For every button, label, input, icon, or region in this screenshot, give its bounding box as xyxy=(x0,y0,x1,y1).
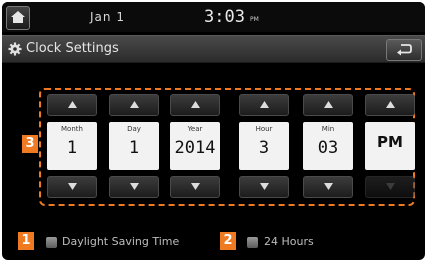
hour-label: Hour xyxy=(255,125,273,133)
title-bar: Clock Settings xyxy=(2,35,425,63)
back-arrow-icon xyxy=(397,44,412,56)
ampm-up-button[interactable] xyxy=(365,94,415,116)
hour-column: Hour 3 xyxy=(239,94,289,198)
chevron-up-icon xyxy=(324,101,333,108)
year-value: 2014 xyxy=(174,138,216,158)
chevron-down-icon xyxy=(191,183,200,190)
day-up-button[interactable] xyxy=(109,94,159,116)
minute-column: Min 03 xyxy=(303,94,353,198)
daylight-saving-label[interactable]: Daylight Saving Time xyxy=(62,235,179,248)
chevron-up-icon xyxy=(191,101,200,108)
chevron-down-icon xyxy=(130,183,139,190)
year-up-button[interactable] xyxy=(170,94,220,116)
daylight-saving-checkbox[interactable] xyxy=(46,237,57,248)
back-button[interactable] xyxy=(386,39,422,61)
ampm-down-button[interactable] xyxy=(365,176,415,198)
hour-up-button[interactable] xyxy=(239,94,289,116)
chevron-up-icon xyxy=(68,101,77,108)
date-time-divider xyxy=(227,94,235,198)
day-column: Day 1 xyxy=(109,94,159,198)
callout-badge-1: 1 xyxy=(18,232,34,250)
screen: Jan 1 3:03 PM Clock Settings Month 1 Day… xyxy=(2,2,425,260)
minute-label: Min xyxy=(321,125,335,133)
home-button[interactable] xyxy=(6,6,30,30)
home-icon xyxy=(11,11,25,23)
year-down-button[interactable] xyxy=(170,176,220,198)
month-value: 1 xyxy=(66,138,78,158)
chevron-down-icon xyxy=(260,183,269,190)
24-hours-label[interactable]: 24 Hours xyxy=(264,235,314,248)
minute-up-button[interactable] xyxy=(303,94,353,116)
minute-field[interactable]: Min 03 xyxy=(303,122,353,170)
callout-badge-3: 3 xyxy=(22,135,38,153)
chevron-up-icon xyxy=(260,101,269,108)
hour-value: 3 xyxy=(258,138,270,158)
month-field[interactable]: Month 1 xyxy=(47,122,97,170)
month-down-button[interactable] xyxy=(47,176,97,198)
month-up-button[interactable] xyxy=(47,94,97,116)
ampm-value: PM xyxy=(377,133,403,151)
status-bar: Jan 1 3:03 PM xyxy=(2,2,425,32)
gear-icon xyxy=(8,42,22,56)
chevron-down-icon xyxy=(324,183,333,190)
year-column: Year 2014 xyxy=(170,94,220,198)
ampm-column: PM xyxy=(365,94,415,198)
hour-down-button[interactable] xyxy=(239,176,289,198)
chevron-up-icon xyxy=(130,101,139,108)
year-field[interactable]: Year 2014 xyxy=(170,122,220,170)
chevron-down-icon xyxy=(386,183,395,190)
year-label: Year xyxy=(187,125,203,133)
minute-down-button[interactable] xyxy=(303,176,353,198)
status-time: 3:03 xyxy=(204,7,245,27)
day-value: 1 xyxy=(128,138,140,158)
page-title: Clock Settings xyxy=(26,41,119,56)
month-label: Month xyxy=(61,125,83,133)
minute-value: 03 xyxy=(317,138,339,158)
hour-field[interactable]: Hour 3 xyxy=(239,122,289,170)
day-label: Day xyxy=(127,125,141,133)
chevron-down-icon xyxy=(68,183,77,190)
day-down-button[interactable] xyxy=(109,176,159,198)
status-ampm: PM xyxy=(250,16,259,23)
day-field[interactable]: Day 1 xyxy=(109,122,159,170)
ampm-field[interactable]: PM xyxy=(365,122,415,170)
24-hours-checkbox[interactable] xyxy=(247,237,258,248)
callout-badge-2: 2 xyxy=(220,232,236,250)
status-date: Jan 1 xyxy=(90,10,125,24)
chevron-up-icon xyxy=(386,101,395,108)
month-column: Month 1 xyxy=(47,94,97,198)
